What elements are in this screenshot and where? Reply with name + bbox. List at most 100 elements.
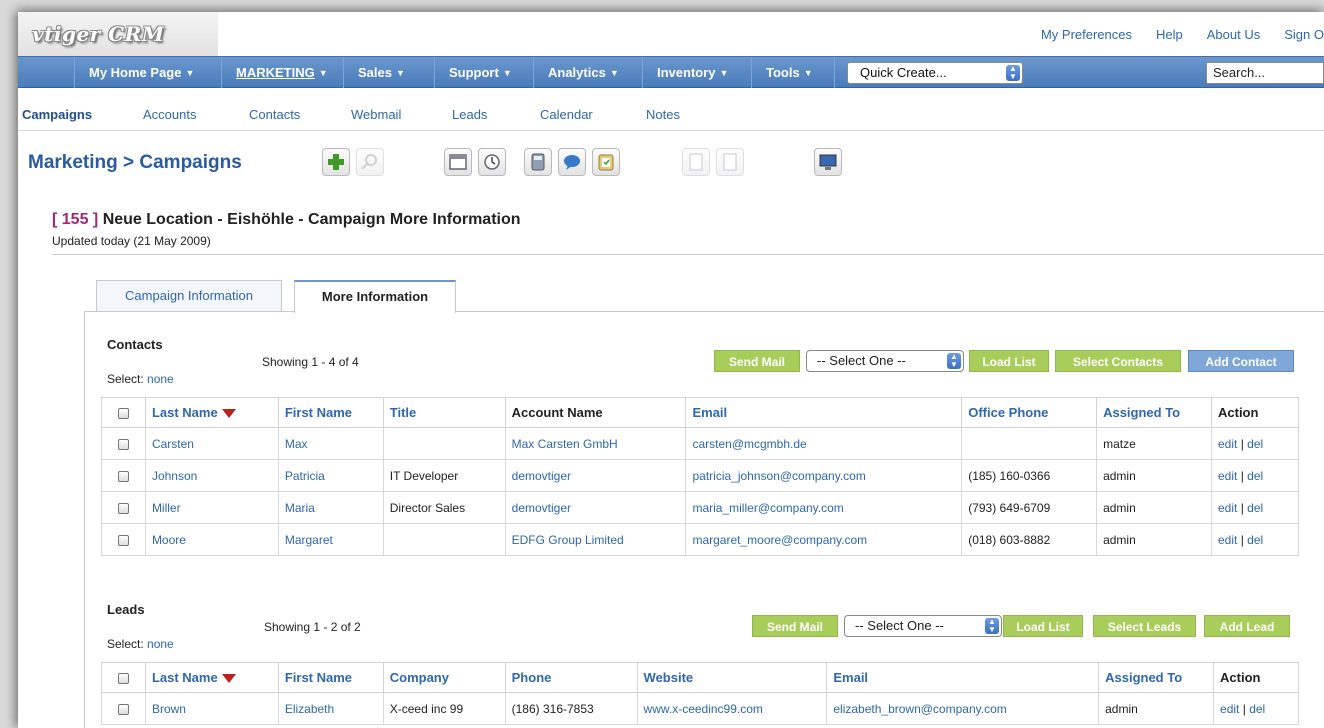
subnav-calendar[interactable]: Calendar [540, 107, 593, 122]
col-first-name[interactable]: First Name [278, 662, 384, 693]
export-icon[interactable] [716, 148, 744, 176]
nav-my-home-page[interactable]: My Home Page ▼ [74, 57, 194, 88]
lead-email[interactable]: elizabeth_brown@company.com [826, 692, 1100, 725]
subnav-leads[interactable]: Leads [452, 107, 487, 122]
col-email[interactable]: Email [685, 397, 963, 428]
nav-inventory[interactable]: Inventory ▼ [642, 57, 728, 88]
subnav-campaigns[interactable]: Campaigns [22, 107, 92, 122]
row-checkbox[interactable] [101, 427, 146, 460]
search-icon[interactable] [356, 148, 384, 176]
add-icon[interactable] [322, 148, 350, 176]
col-last-name[interactable]: Last Name [145, 397, 279, 428]
contact-first-name[interactable]: Patricia [278, 459, 384, 492]
page-title: Marketing > Campaigns [28, 152, 242, 173]
col-website[interactable]: Website [637, 662, 828, 693]
lead-company: X-ceed inc 99 [383, 692, 506, 725]
col-office-phone[interactable]: Office Phone [961, 397, 1098, 428]
contact-email[interactable]: patricia_johnson@company.com [685, 459, 963, 492]
search-input[interactable]: Search... [1206, 62, 1324, 84]
contacts-load-list-button[interactable]: Load List [969, 350, 1049, 372]
contact-title: IT Developer [383, 459, 506, 492]
col-last-name[interactable]: Last Name [145, 662, 279, 693]
edit-link[interactable]: edit [1218, 533, 1237, 547]
nav-analytics[interactable]: Analytics ▼ [533, 57, 619, 88]
select-all-checkbox[interactable] [101, 662, 146, 693]
row-actions: edit | del [1211, 523, 1299, 556]
contact-first-name[interactable]: Maria [278, 491, 384, 524]
clipboard-icon[interactable] [592, 148, 620, 176]
lead-first-name[interactable]: Elizabeth [278, 692, 384, 725]
vtiger-logo[interactable]: vtiger CRM [32, 22, 164, 46]
chat-icon[interactable] [558, 148, 586, 176]
col-assigned-to[interactable]: Assigned To [1096, 397, 1212, 428]
edit-link[interactable]: edit [1220, 702, 1239, 716]
edit-link[interactable]: edit [1218, 501, 1237, 515]
contact-account[interactable]: Max Carsten GmbH [505, 427, 687, 460]
contact-last-name[interactable]: Johnson [145, 459, 279, 492]
leads-send-mail-button[interactable]: Send Mail [752, 615, 838, 637]
quick-create-select[interactable]: Quick Create... ▲ ▼ [847, 62, 1023, 84]
contact-last-name[interactable]: Moore [145, 523, 279, 556]
row-checkbox[interactable] [101, 692, 146, 725]
import-icon[interactable] [682, 148, 710, 176]
col-phone[interactable]: Phone [505, 662, 638, 693]
select-all-checkbox[interactable] [101, 397, 146, 428]
nav-marketing[interactable]: MARKETING ▼ [221, 57, 328, 88]
contacts-send-mail-button[interactable]: Send Mail [714, 350, 800, 372]
col-email[interactable]: Email [826, 662, 1100, 693]
select-contacts-button[interactable]: Select Contacts [1055, 350, 1181, 372]
tab-campaign-information[interactable]: Campaign Information [96, 280, 282, 312]
add-lead-button[interactable]: Add Lead [1204, 615, 1290, 637]
nav-sales[interactable]: Sales ▼ [343, 57, 405, 88]
row-checkbox[interactable] [101, 523, 146, 556]
contact-account[interactable]: demovtiger [505, 459, 687, 492]
col-first-name[interactable]: First Name [278, 397, 384, 428]
subnav-accounts[interactable]: Accounts [143, 107, 196, 122]
contact-last-name[interactable]: Miller [145, 491, 279, 524]
about-us-link[interactable]: About Us [1207, 27, 1260, 42]
row-checkbox[interactable] [101, 491, 146, 524]
col-title[interactable]: Title [383, 397, 506, 428]
nav-support[interactable]: Support ▼ [434, 57, 512, 88]
contact-email[interactable]: carsten@mcgmbh.de [685, 427, 963, 460]
edit-link[interactable]: edit [1218, 469, 1237, 483]
delete-link[interactable]: del [1247, 501, 1263, 515]
subnav-contacts[interactable]: Contacts [249, 107, 300, 122]
contact-last-name[interactable]: Carsten [145, 427, 279, 460]
edit-link[interactable]: edit [1218, 437, 1237, 451]
contact-first-name[interactable]: Margaret [278, 523, 384, 556]
contact-email[interactable]: margaret_moore@company.com [685, 523, 963, 556]
contacts-select-none-link[interactable]: none [147, 372, 174, 386]
help-link[interactable]: Help [1156, 27, 1183, 42]
monitor-icon[interactable] [814, 148, 842, 176]
contact-account[interactable]: EDFG Group Limited [505, 523, 687, 556]
add-contact-button[interactable]: Add Contact [1188, 350, 1294, 372]
leads-load-list-button[interactable]: Load List [1003, 615, 1083, 637]
my-preferences-link[interactable]: My Preferences [1041, 27, 1132, 42]
delete-link[interactable]: del [1247, 469, 1263, 483]
row-checkbox[interactable] [101, 459, 146, 492]
lead-last-name[interactable]: Brown [145, 692, 279, 725]
subnav-webmail[interactable]: Webmail [351, 107, 401, 122]
col-company[interactable]: Company [383, 662, 506, 693]
delete-link[interactable]: del [1249, 702, 1265, 716]
sign-out-link[interactable]: Sign O [1284, 27, 1324, 42]
contact-email[interactable]: maria_miller@company.com [685, 491, 963, 524]
contact-first-name[interactable]: Max [278, 427, 384, 460]
leads-select-none-link[interactable]: none [147, 637, 174, 651]
contact-account[interactable]: demovtiger [505, 491, 687, 524]
select-leads-button[interactable]: Select Leads [1093, 615, 1196, 637]
leads-list-select[interactable]: -- Select One -- ▲ ▼ [844, 615, 1002, 637]
subnav-notes[interactable]: Notes [646, 107, 680, 122]
delete-link[interactable]: del [1247, 533, 1263, 547]
col-assigned-to[interactable]: Assigned To [1098, 662, 1215, 693]
tab-more-information[interactable]: More Information [294, 280, 456, 313]
clock-icon[interactable] [478, 148, 506, 176]
lead-website[interactable]: www.x-ceedinc99.com [637, 692, 828, 725]
calculator-icon[interactable] [524, 148, 552, 176]
nav-tools[interactable]: Tools ▼ [751, 57, 813, 88]
calendar-icon[interactable] [444, 148, 472, 176]
delete-link[interactable]: del [1247, 437, 1263, 451]
contacts-list-select[interactable]: -- Select One -- ▲ ▼ [806, 350, 964, 372]
contacts-showing: Showing 1 - 4 of 4 [262, 355, 359, 369]
